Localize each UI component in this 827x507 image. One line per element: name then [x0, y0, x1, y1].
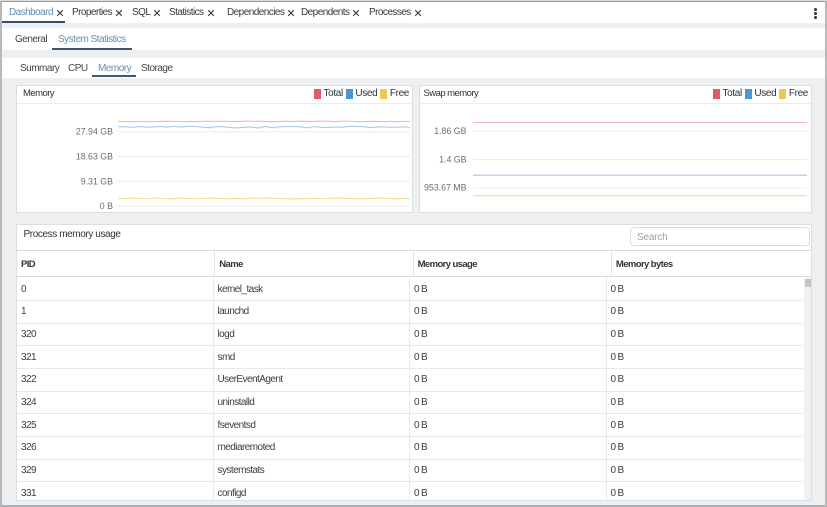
svg-text:1.4 GB: 1.4 GB	[439, 155, 467, 165]
svg-text:27.94 GB: 27.94 GB	[76, 127, 113, 137]
svg-text:9.31 GB: 9.31 GB	[81, 176, 113, 186]
svg-text:953.67 MB: 953.67 MB	[424, 183, 467, 193]
svg-text:0 B: 0 B	[100, 201, 113, 211]
svg-text:18.63 GB: 18.63 GB	[76, 152, 113, 162]
svg-text:1.86 GB: 1.86 GB	[434, 126, 466, 136]
